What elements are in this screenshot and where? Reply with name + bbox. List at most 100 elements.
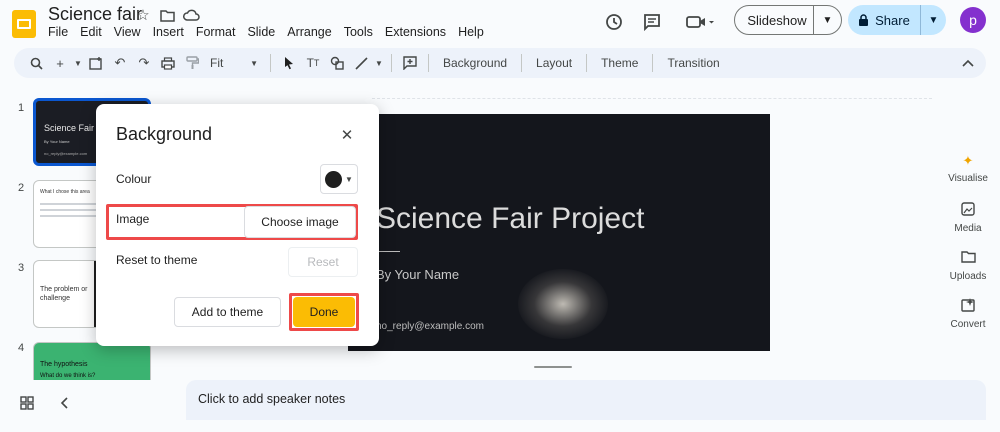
slide-title[interactable]: Science Fair Project — [376, 202, 644, 236]
toolbar: + ▼ ↶ ↷ Fit ▼ TT ▼ Background Layout The… — [14, 48, 986, 78]
menu-format[interactable]: Format — [190, 25, 242, 39]
bottom-left-controls — [20, 396, 68, 413]
zoom-chevron-icon: ▼ — [250, 58, 258, 68]
convert-label: Convert — [950, 319, 986, 330]
colour-label: Colour — [116, 172, 152, 186]
background-dialog: Background ✕ Colour ▼ Image Choose image… — [96, 104, 379, 346]
thumbnail-subtitle: What do we think is? — [40, 373, 96, 379]
shape-icon[interactable] — [325, 51, 349, 75]
collapse-toolbar-chevron-up-icon[interactable] — [958, 53, 978, 73]
dialog-title: Background — [116, 124, 213, 144]
zoom-select[interactable]: Fit ▼ — [204, 56, 264, 70]
star-icon[interactable]: ☆ — [134, 6, 152, 24]
speaker-notes[interactable]: Click to add speaker notes — [186, 380, 986, 420]
search-menus-icon[interactable] — [24, 51, 48, 75]
visualise-label: Visualise — [948, 173, 988, 184]
avatar[interactable]: p — [960, 7, 986, 33]
reset-to-theme-label: Reset to theme — [116, 253, 198, 267]
menu-bar: File Edit View Insert Format Slide Arran… — [42, 25, 490, 39]
menu-tools[interactable]: Tools — [338, 25, 379, 39]
slides-logo-icon[interactable] — [12, 10, 36, 38]
toolbar-layout[interactable]: Layout — [528, 56, 580, 70]
slide-thumbnail-4[interactable]: The hypothesis What do we think is? — [33, 342, 151, 380]
slide-subtitle[interactable]: By Your Name — [376, 267, 459, 282]
toolbar-divider — [521, 54, 523, 72]
slide-background-image — [518, 269, 608, 339]
meet-camera-icon[interactable] — [682, 10, 718, 34]
reset-button[interactable]: Reset — [288, 247, 358, 277]
redo-icon[interactable]: ↷ — [132, 51, 156, 75]
toolbar-divider — [391, 54, 392, 72]
cloud-saved-icon[interactable] — [182, 6, 200, 24]
slide-divider — [376, 251, 400, 252]
visualise-item[interactable]: ✦ Visualise — [936, 152, 1000, 184]
paint-format-icon[interactable] — [180, 51, 204, 75]
new-slide-plus-icon[interactable]: + — [48, 51, 72, 75]
slideshow-button[interactable]: Slideshow ▼ — [734, 5, 842, 35]
toolbar-transition[interactable]: Transition — [659, 56, 727, 70]
menu-help[interactable]: Help — [452, 25, 490, 39]
toolbar-divider — [652, 54, 654, 72]
thumbnail-title: What I chose this area — [40, 189, 90, 195]
media-icon — [959, 202, 977, 220]
document-title[interactable]: Science fair — [48, 4, 142, 25]
thumbnail-subtitle: By Your Name — [44, 139, 70, 144]
toolbar-background[interactable]: Background — [435, 56, 515, 70]
grid-view-icon[interactable] — [20, 396, 34, 413]
slideshow-options-chevron-icon[interactable]: ▼ — [813, 6, 841, 34]
zoom-value: Fit — [210, 56, 224, 70]
menu-insert[interactable]: Insert — [147, 25, 190, 39]
menu-slide[interactable]: Slide — [241, 25, 281, 39]
close-icon[interactable]: ✕ — [336, 124, 358, 146]
convert-item[interactable]: Convert — [936, 298, 1000, 330]
menu-extensions[interactable]: Extensions — [379, 25, 452, 39]
new-slide-chevron-icon[interactable]: ▼ — [72, 51, 84, 75]
top-bar: Science fair ☆ File Edit View Insert For… — [0, 0, 1000, 48]
slide-canvas[interactable]: Science Fair Project By Your Name no_rep… — [348, 114, 770, 351]
thumbnail-title: Science Fair — [44, 123, 95, 133]
media-item[interactable]: Media — [936, 202, 1000, 234]
toolbar-theme[interactable]: Theme — [593, 56, 646, 70]
new-slide-layout-icon[interactable] — [84, 51, 108, 75]
add-comment-icon[interactable] — [398, 51, 422, 75]
slide-email[interactable]: no_reply@example.com — [376, 321, 484, 332]
toolbar-divider — [270, 54, 271, 72]
select-cursor-icon[interactable] — [277, 51, 301, 75]
move-folder-icon[interactable] — [158, 6, 176, 24]
share-label: Share — [875, 12, 910, 28]
menu-file[interactable]: File — [42, 25, 74, 39]
share-button[interactable]: Share ▼ — [848, 5, 946, 35]
colour-swatch — [325, 170, 343, 188]
slide-number: 2 — [18, 182, 25, 194]
convert-icon — [959, 298, 977, 316]
colour-picker-button[interactable]: ▼ — [320, 164, 358, 194]
slideshow-label: Slideshow — [747, 12, 807, 28]
thumbnail-text-line — [40, 215, 100, 217]
collapse-filmstrip-chevron-left-icon[interactable] — [60, 396, 68, 413]
comments-icon[interactable] — [640, 10, 664, 34]
done-button[interactable]: Done — [293, 297, 355, 327]
line-icon[interactable] — [349, 51, 373, 75]
undo-icon[interactable]: ↶ — [108, 51, 132, 75]
share-options-chevron-icon[interactable]: ▼ — [920, 5, 946, 35]
slide-number: 1 — [18, 102, 25, 114]
choose-image-button[interactable]: Choose image — [244, 206, 356, 238]
lock-icon — [859, 13, 869, 26]
version-history-icon[interactable] — [602, 10, 626, 34]
canvas-scroll-indicator[interactable] — [534, 366, 572, 368]
print-icon[interactable] — [156, 51, 180, 75]
thumbnail-title: The problem or challenge — [40, 286, 88, 302]
menu-edit[interactable]: Edit — [74, 25, 108, 39]
thumbnail-email: no_reply@example.com — [44, 151, 88, 156]
menu-view[interactable]: View — [108, 25, 147, 39]
media-label: Media — [954, 223, 982, 234]
add-to-theme-button[interactable]: Add to theme — [174, 297, 281, 327]
uploads-label: Uploads — [949, 271, 987, 282]
menu-arrange[interactable]: Arrange — [281, 25, 337, 39]
speaker-notes-placeholder: Click to add speaker notes — [198, 392, 346, 406]
text-box-icon[interactable]: TT — [301, 51, 325, 75]
folder-icon — [959, 250, 977, 268]
uploads-item[interactable]: Uploads — [936, 250, 1000, 282]
toolbar-divider — [586, 54, 588, 72]
line-chevron-icon[interactable]: ▼ — [373, 51, 385, 75]
